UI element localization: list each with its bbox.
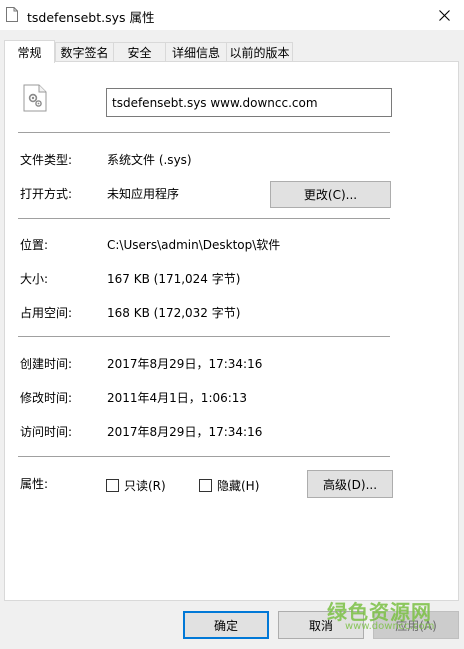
window-title: tsdefensebt.sys 属性 <box>27 10 155 25</box>
ok-button-label: 确定 <box>213 618 238 633</box>
created-value: 2017年8月29日，17:34:16 <box>107 357 263 371</box>
readonly-checkbox[interactable]: 只读(R) <box>106 477 166 494</box>
advanced-button-label: 高级(D)... <box>322 477 378 492</box>
file-type-label: 文件类型: <box>20 153 73 167</box>
system-file-icon <box>23 84 47 112</box>
close-icon <box>438 9 450 21</box>
tab-label: 以前的版本 <box>229 46 290 60</box>
size-label: 大小: <box>20 272 49 286</box>
title-bar: tsdefensebt.sys 属性 <box>0 0 464 30</box>
readonly-checkbox-box[interactable] <box>106 479 119 492</box>
file-type-value: 系统文件 (.sys) <box>107 153 192 167</box>
modified-value: 2011年4月1日，1:06:13 <box>107 391 248 405</box>
change-button[interactable]: 更改(C)... <box>270 181 391 208</box>
properties-window: tsdefensebt.sys 属性 常规 数字签名 安全 详细信息 以前的版本 <box>0 0 464 649</box>
hidden-checkbox-label: 隐藏(H) <box>217 479 260 493</box>
size-on-disk-label: 占用空间: <box>20 306 73 320</box>
accessed-label: 访问时间: <box>20 425 73 439</box>
separator <box>18 336 390 337</box>
tab-details[interactable]: 详细信息 <box>165 42 227 62</box>
tab-label: 数字签名 <box>60 46 109 60</box>
location-label: 位置: <box>20 238 49 252</box>
modified-label: 修改时间: <box>20 391 73 405</box>
file-name-field[interactable]: tsdefensebt.sys www.downcc.com <box>106 88 392 117</box>
tab-general[interactable]: 常规 <box>4 40 55 63</box>
file-icon <box>6 7 18 22</box>
ok-button[interactable]: 确定 <box>183 611 269 639</box>
separator <box>18 218 390 219</box>
opens-with-label: 打开方式: <box>20 187 73 201</box>
change-button-label: 更改(C)... <box>303 188 358 202</box>
tab-security[interactable]: 安全 <box>113 42 166 62</box>
tab-label: 详细信息 <box>171 46 220 60</box>
tab-strip: 常规 数字签名 安全 详细信息 以前的版本 <box>4 40 464 63</box>
advanced-button[interactable]: 高级(D)... <box>307 470 393 498</box>
readonly-checkbox-label: 只读(R) <box>124 479 166 493</box>
tab-previous-versions[interactable]: 以前的版本 <box>226 42 293 62</box>
general-panel <box>4 61 459 601</box>
tab-label: 常规 <box>17 45 42 60</box>
separator <box>18 456 390 457</box>
hidden-checkbox-box[interactable] <box>199 479 212 492</box>
size-on-disk-value: 168 KB (172,032 字节) <box>107 306 241 320</box>
close-button[interactable] <box>424 0 464 30</box>
size-value: 167 KB (171,024 字节) <box>107 272 241 286</box>
opens-with-value: 未知应用程序 <box>107 187 180 201</box>
attributes-label: 属性: <box>20 477 49 491</box>
accessed-value: 2017年8月29日，17:34:16 <box>107 425 263 439</box>
separator <box>18 132 390 133</box>
watermark-url: www.downcc.com <box>345 621 435 632</box>
hidden-checkbox[interactable]: 隐藏(H) <box>199 477 259 494</box>
tab-digital-signatures[interactable]: 数字签名 <box>55 42 114 62</box>
location-value: C:\Users\admin\Desktop\软件 <box>107 238 281 252</box>
file-name-value: tsdefensebt.sys www.downcc.com <box>112 95 318 110</box>
tab-label: 安全 <box>127 46 152 60</box>
created-label: 创建时间: <box>20 357 73 371</box>
